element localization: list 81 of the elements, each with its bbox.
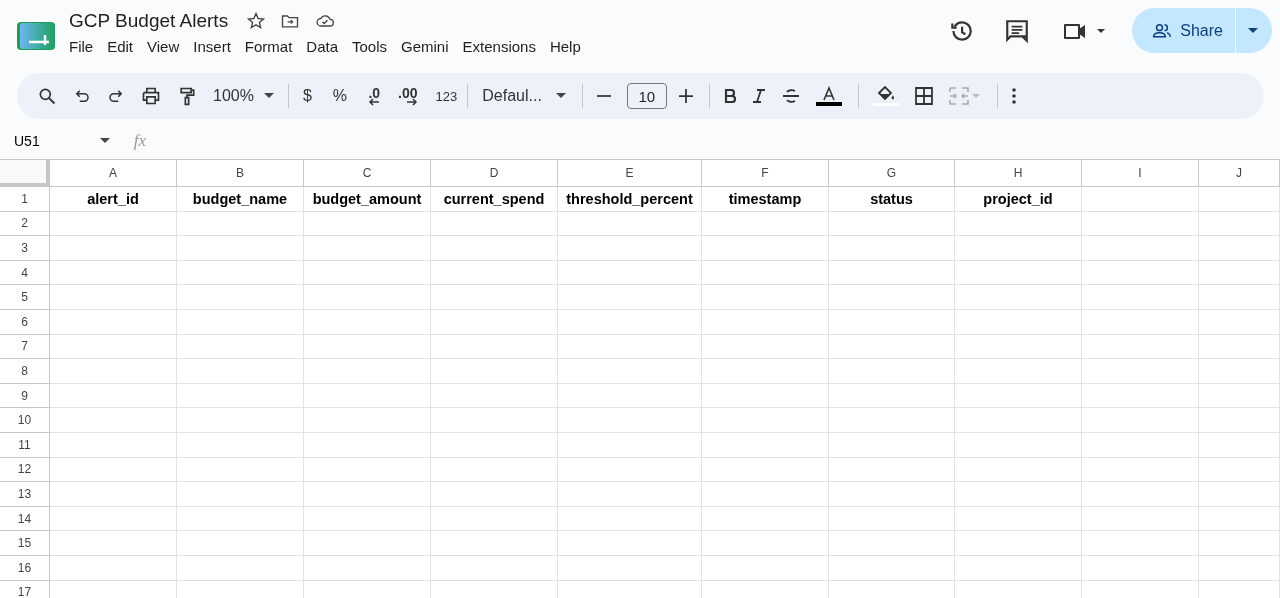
- caret-icon: [1248, 27, 1258, 34]
- column-header[interactable]: G: [829, 160, 955, 187]
- redo-icon[interactable]: [107, 87, 125, 105]
- column-header[interactable]: H: [955, 160, 1082, 187]
- menu-item[interactable]: Insert: [186, 36, 238, 57]
- sheets-logo[interactable]: [17, 20, 57, 52]
- print-icon[interactable]: [141, 86, 161, 106]
- table-cell: threshold_percent: [558, 187, 702, 212]
- column-header[interactable]: E: [558, 160, 702, 187]
- caret-icon: [263, 93, 274, 99]
- row-header[interactable]: 8: [0, 359, 50, 384]
- column-header[interactable]: J: [1199, 160, 1280, 187]
- borders-icon[interactable]: [914, 87, 933, 105]
- menu-item[interactable]: View: [140, 36, 187, 57]
- row-header[interactable]: 15: [0, 531, 50, 556]
- row-header[interactable]: 6: [0, 309, 50, 335]
- row-header[interactable]: 10: [0, 408, 50, 433]
- row-header[interactable]: 4: [0, 260, 50, 286]
- row-header[interactable]: 17: [0, 580, 50, 598]
- comment-icon[interactable]: [1004, 17, 1031, 44]
- bold-icon[interactable]: [723, 89, 736, 103]
- table-cell: timestamp: [702, 187, 829, 212]
- column-header[interactable]: F: [702, 160, 829, 187]
- menu-item[interactable]: Extensions: [455, 36, 543, 57]
- column-header[interactable]: I: [1082, 160, 1199, 187]
- document-title[interactable]: GCP Budget Alerts: [69, 10, 229, 32]
- table-cell: project_id: [955, 187, 1082, 212]
- minus-icon[interactable]: [596, 95, 611, 97]
- menu-item[interactable]: Tools: [345, 36, 395, 57]
- menu-item[interactable]: File: [62, 36, 101, 57]
- menu-item[interactable]: Format: [237, 36, 300, 57]
- caret-icon: [555, 93, 566, 99]
- table-cell: budget_amount: [304, 187, 431, 212]
- row-header[interactable]: 14: [0, 506, 50, 532]
- row-header[interactable]: 7: [0, 334, 50, 360]
- row-header[interactable]: 5: [0, 285, 50, 310]
- name-box[interactable]: U51: [0, 133, 110, 149]
- undo-icon[interactable]: [73, 87, 91, 105]
- italic-icon[interactable]: [751, 89, 766, 103]
- arrow-icon: [368, 97, 381, 106]
- strikethrough-icon[interactable]: [781, 88, 800, 104]
- row-header[interactable]: 2: [0, 211, 50, 237]
- column-header[interactable]: D: [431, 160, 558, 187]
- row-header[interactable]: 9: [0, 383, 50, 409]
- menu-item[interactable]: Data: [299, 36, 345, 57]
- arrow-icon: [405, 97, 418, 106]
- search-icon[interactable]: [37, 86, 57, 106]
- merge-cells-icon[interactable]: [948, 87, 981, 105]
- zoom-dropdown[interactable]: 100%: [213, 87, 274, 105]
- row-header[interactable]: 13: [0, 482, 50, 507]
- plus-icon[interactable]: [678, 89, 693, 103]
- column-header[interactable]: B: [177, 160, 304, 187]
- star-icon[interactable]: [246, 11, 267, 31]
- more-options-icon[interactable]: [1011, 88, 1016, 104]
- number-format-button[interactable]: 123: [435, 88, 458, 104]
- paint-roller-icon[interactable]: [177, 86, 197, 106]
- table-cell: alert_id: [50, 187, 177, 212]
- table-cell: budget_name: [177, 187, 304, 212]
- menu-item[interactable]: Help: [542, 36, 588, 57]
- row-header[interactable]: 12: [0, 457, 50, 483]
- currency-button[interactable]: $: [302, 87, 312, 105]
- row-header[interactable]: 16: [0, 555, 50, 581]
- row-header[interactable]: 3: [0, 236, 50, 261]
- percent-button[interactable]: %: [332, 87, 348, 105]
- column-header[interactable]: C: [304, 160, 431, 187]
- menu-item[interactable]: Edit: [100, 36, 141, 57]
- share-button[interactable]: Share: [1132, 8, 1236, 53]
- increase-decimals-button[interactable]: .00: [398, 86, 418, 106]
- font-size-field[interactable]: 10: [626, 83, 667, 109]
- caret-icon: [99, 138, 110, 144]
- fill-color-icon[interactable]: [872, 85, 899, 107]
- text-color-icon[interactable]: [815, 86, 842, 106]
- row-header[interactable]: 1: [0, 187, 50, 212]
- table-cell: current_spend: [431, 187, 558, 212]
- table-cell: status: [829, 187, 955, 212]
- menu-item[interactable]: Gemini: [394, 36, 456, 57]
- column-header[interactable]: A: [50, 160, 177, 187]
- row-header[interactable]: 11: [0, 432, 50, 458]
- formula-label: fx: [133, 131, 146, 151]
- font-dropdown[interactable]: Defaul...: [482, 87, 566, 105]
- decrease-decimals-button[interactable]: .0: [368, 86, 381, 106]
